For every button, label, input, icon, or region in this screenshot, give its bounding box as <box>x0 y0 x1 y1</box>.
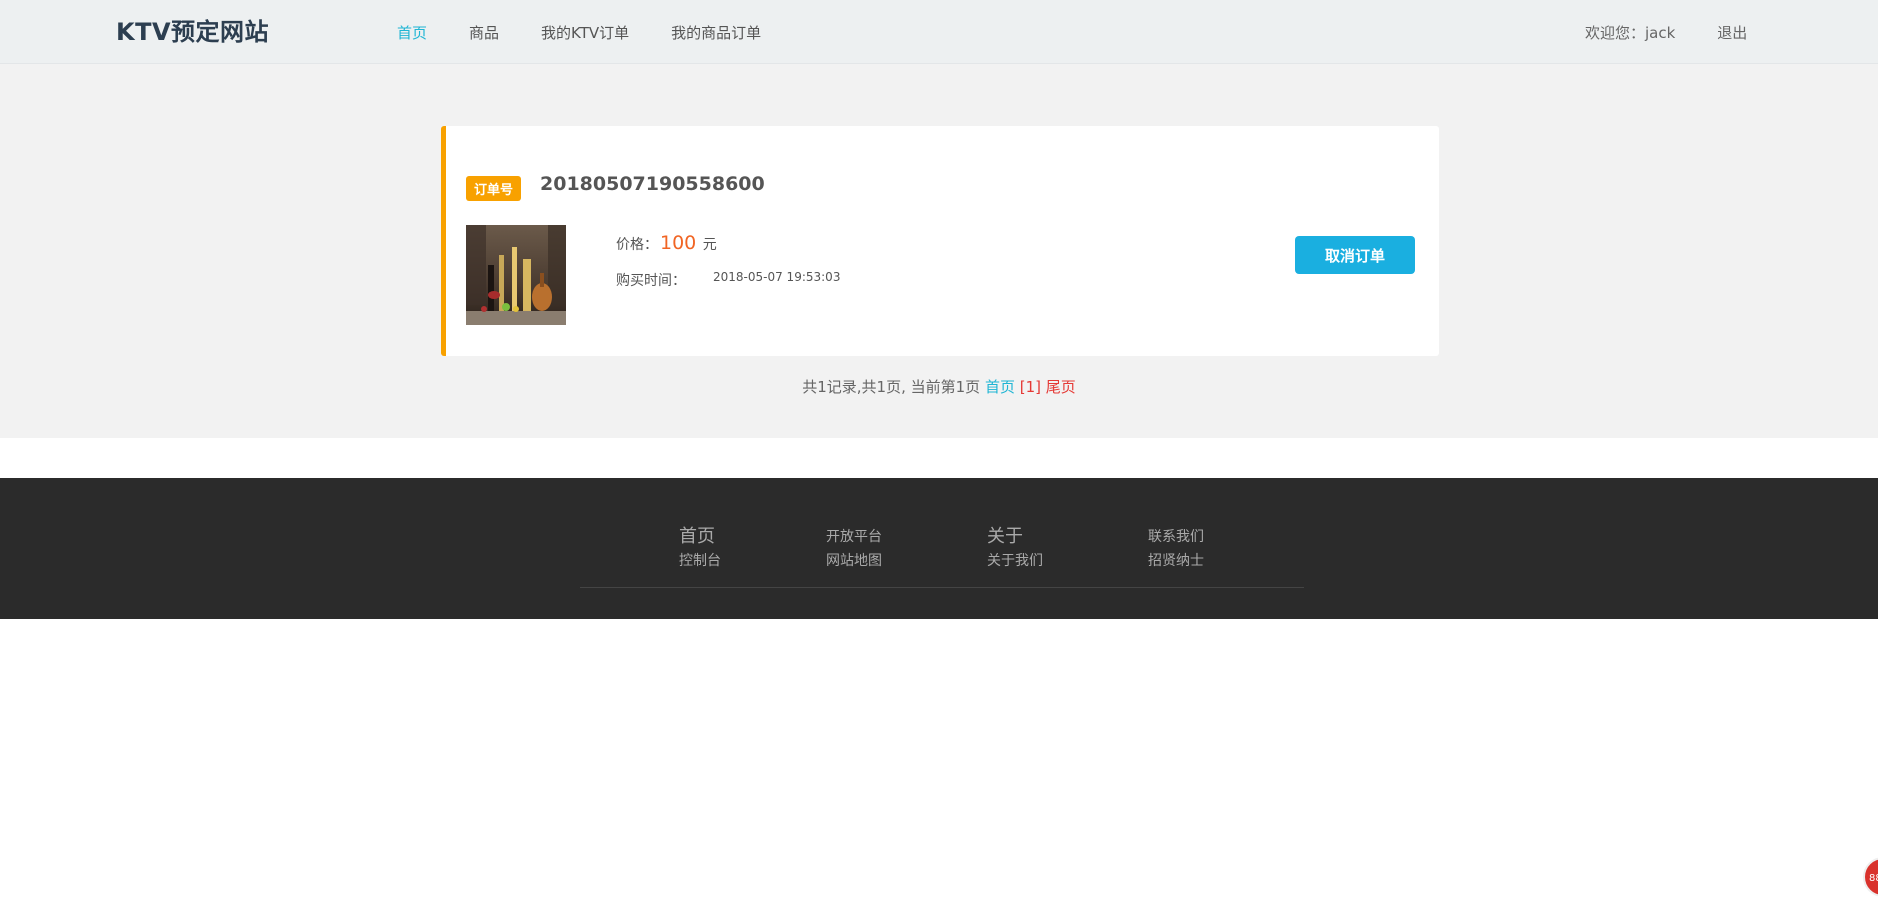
wine-bottles-image <box>466 225 566 325</box>
cancel-order-button[interactable]: 取消订单 <box>1295 236 1415 274</box>
footer-sitemap-link[interactable]: 网站地图 <box>826 550 882 574</box>
footer-divider <box>580 587 1304 588</box>
main-content: 订单号 20180507190558600 价格： 100 元 购买时间： 20… <box>0 64 1878 438</box>
pagination-last[interactable]: 尾页 <box>1046 378 1076 396</box>
product-thumbnail[interactable] <box>466 225 566 325</box>
footer-col-3: 关于 关于我们 <box>987 522 1043 574</box>
welcome-text: 欢迎您：jack <box>1585 24 1676 42</box>
user-area: 欢迎您：jack 退出 <box>1585 22 1747 43</box>
main-nav: 首页 商品 我的KTV订单 我的商品订单 <box>397 22 803 43</box>
price-value: 100 <box>660 232 697 254</box>
price-label: 价格： <box>616 237 658 253</box>
footer-contact-link[interactable]: 联系我们 <box>1148 522 1204 548</box>
pagination-summary: 共1记录,共1页, 当前第1页 <box>802 378 981 396</box>
footer-about-us-link[interactable]: 关于我们 <box>987 550 1043 574</box>
price-unit: 元 <box>702 237 717 253</box>
footer-console-link[interactable]: 控制台 <box>679 550 721 574</box>
order-card: 订单号 20180507190558600 价格： 100 元 购买时间： 20… <box>441 126 1439 356</box>
footer-home-link[interactable]: 首页 <box>679 522 721 548</box>
nav-my-product-orders[interactable]: 我的商品订单 <box>671 22 761 43</box>
footer-col-4: 联系我们 招贤纳士 <box>1148 522 1204 574</box>
logout-link[interactable]: 退出 <box>1717 22 1747 43</box>
purchase-time-value: 2018-05-07 19:53:03 <box>713 270 841 284</box>
price-row: 价格： 100 元 <box>616 232 717 254</box>
pagination-first[interactable]: 首页 <box>985 378 1015 396</box>
top-header: KTV预定网站 首页 商品 我的KTV订单 我的商品订单 欢迎您：jack 退出 <box>0 0 1878 64</box>
footer-col-2: 开放平台 网站地图 <box>826 522 882 574</box>
order-number-badge: 订单号 <box>466 176 522 201</box>
footer-open-platform-link[interactable]: 开放平台 <box>826 522 882 548</box>
nav-products[interactable]: 商品 <box>469 22 499 43</box>
footer-careers-link[interactable]: 招贤纳士 <box>1148 550 1204 574</box>
purchase-time-label: 购买时间： <box>616 273 686 289</box>
floating-badge[interactable]: 88 <box>1863 857 1878 897</box>
site-brand[interactable]: KTV预定网站 <box>116 12 269 47</box>
order-number: 20180507190558600 <box>540 173 765 195</box>
footer-about-link[interactable]: 关于 <box>987 522 1043 548</box>
nav-my-ktv-orders[interactable]: 我的KTV订单 <box>541 22 629 43</box>
nav-home[interactable]: 首页 <box>397 22 427 43</box>
pagination-page-1[interactable]: [1] <box>1020 378 1041 396</box>
footer-col-1: 首页 控制台 <box>679 522 721 574</box>
footer: 首页 控制台 开放平台 网站地图 关于 关于我们 联系我们 招贤纳士 <box>0 478 1878 619</box>
pagination: 共1记录,共1页, 当前第1页 首页 [1] 尾页 <box>0 376 1878 397</box>
